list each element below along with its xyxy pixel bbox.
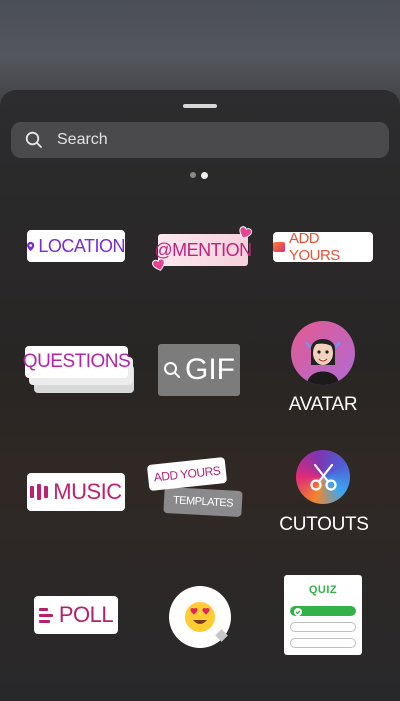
check-icon <box>294 608 302 616</box>
avatar-sticker-label: AVATAR <box>288 394 358 415</box>
search-input[interactable] <box>57 122 377 158</box>
quiz-sticker-label: QUIZ <box>308 584 338 596</box>
quiz-option <box>290 622 356 632</box>
quiz-option <box>290 638 356 648</box>
add-yours-sticker[interactable]: ADD YOURS <box>273 230 373 264</box>
questions-sticker[interactable]: QUESTIONS <box>22 346 131 378</box>
templates-sticker-card[interactable]: TEMPLATES <box>163 486 243 518</box>
camera-icon <box>273 242 285 252</box>
avatar-character-icon <box>306 339 340 385</box>
sheet-grabber-handle[interactable] <box>183 104 217 108</box>
add-yours-sticker-label: ADD YOURS <box>288 230 340 264</box>
quiz-option-correct <box>290 606 356 616</box>
scissors-icon <box>310 463 337 491</box>
mention-sticker[interactable]: @MENTION <box>154 234 252 266</box>
search-icon <box>25 131 43 149</box>
location-sticker[interactable]: LOCATION <box>27 230 125 262</box>
music-sticker-label: MUSIC <box>53 479 122 504</box>
gif-sticker-label: GIF <box>185 353 235 386</box>
poll-lines-icon <box>38 607 53 623</box>
sticker-search-bar[interactable] <box>11 122 389 158</box>
poll-sticker[interactable]: POLL <box>34 596 118 634</box>
templates-sticker-label: TEMPLATES <box>172 494 234 510</box>
music-bars-icon <box>30 484 49 500</box>
questions-sticker-label: QUESTIONS <box>22 351 131 372</box>
location-pin-icon <box>27 241 35 251</box>
search-icon <box>164 362 180 378</box>
cutouts-sticker-label: CUTOUTS <box>279 514 369 535</box>
mention-sticker-label: @MENTION <box>154 239 252 260</box>
music-sticker[interactable]: MUSIC <box>27 473 125 511</box>
gif-sticker[interactable]: GIF <box>158 344 240 396</box>
cutouts-sticker[interactable] <box>296 450 350 504</box>
poll-sticker-label: POLL <box>58 602 114 627</box>
page-dot-inactive[interactable] <box>190 172 196 178</box>
add-yours-templates-label: ADD YOURS <box>153 463 221 485</box>
quiz-sticker[interactable]: QUIZ <box>284 575 362 655</box>
location-sticker-label: LOCATION <box>38 235 125 256</box>
avatar-sticker[interactable] <box>291 321 355 385</box>
page-dot-active[interactable] <box>201 171 208 179</box>
